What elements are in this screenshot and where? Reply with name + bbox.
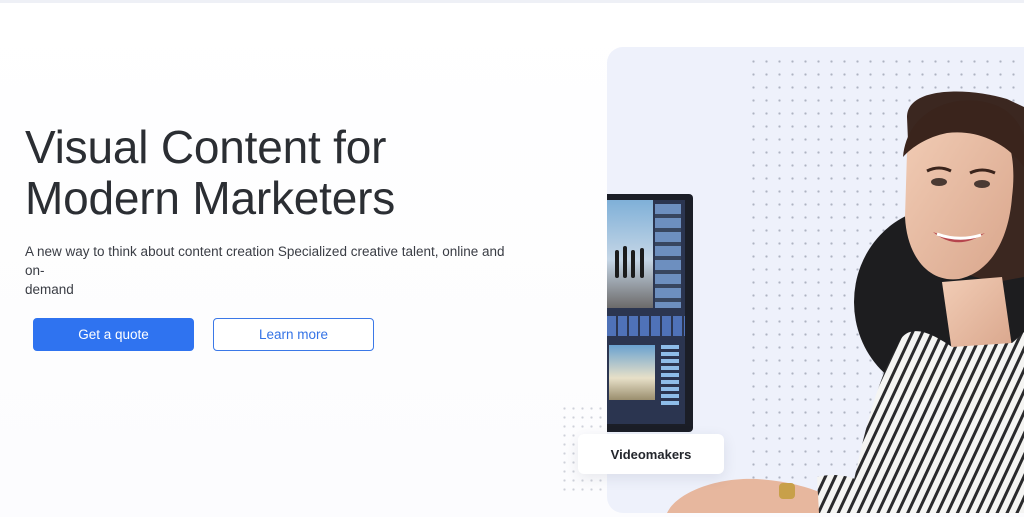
learn-more-button[interactable]: Learn more: [213, 318, 374, 351]
hero-subtitle: A new way to think about content creatio…: [25, 242, 510, 299]
hero-subtitle-line-1: A new way to think about content creatio…: [25, 244, 505, 278]
hero-title: Visual Content for Modern Marketers: [25, 122, 525, 224]
category-chip[interactable]: Videomakers: [578, 434, 724, 474]
category-chip-label: Videomakers: [610, 446, 692, 462]
hero-title-line-2: Modern Marketers: [25, 172, 396, 224]
get-a-quote-button[interactable]: Get a quote: [33, 318, 194, 351]
hero-title-line-1: Visual Content for: [25, 121, 387, 173]
hero-text: Visual Content for Modern Marketers A ne…: [25, 122, 525, 299]
hero-subtitle-line-2: demand: [25, 282, 74, 297]
